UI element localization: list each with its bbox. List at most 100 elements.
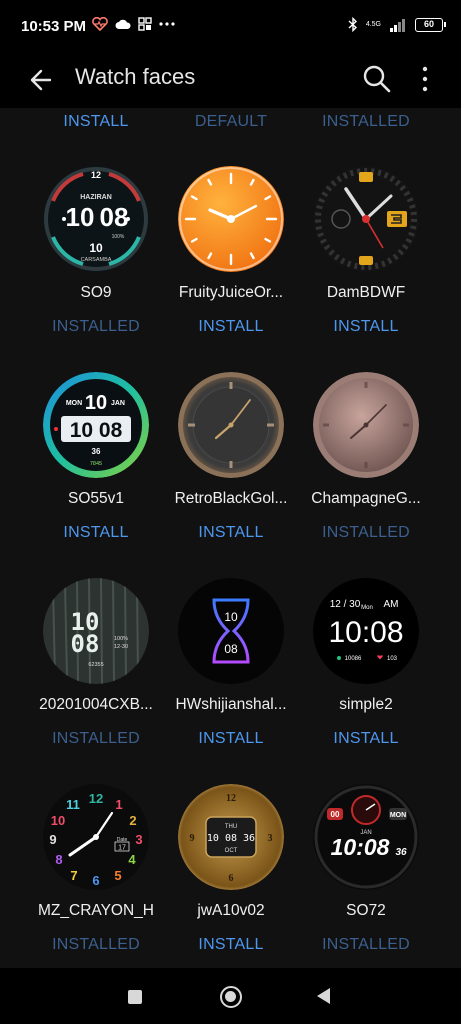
watch-face-card[interactable]: FruityJuiceOr... INSTALL: [156, 166, 306, 372]
svg-text:5: 5: [114, 868, 121, 883]
battery-icon: 60: [415, 17, 446, 32]
app-bar: Watch faces: [0, 52, 461, 108]
watch-face-preview[interactable]: [313, 166, 419, 272]
installed-label: INSTALLED: [52, 730, 140, 747]
watch-face-name: 20201004CXB...: [39, 696, 153, 713]
previous-row-actions: INSTALL DEFAULT INSTALLED: [0, 113, 461, 135]
installed-label: INSTALLED: [322, 524, 410, 541]
watch-face-preview[interactable]: 00 MON JAN 10:08 36: [313, 784, 419, 890]
face-text: OCT: [225, 848, 238, 854]
install-button[interactable]: INSTALL: [156, 936, 306, 954]
svg-text:12: 12: [91, 170, 101, 180]
face-text: JAN: [111, 400, 125, 407]
watch-face-card[interactable]: 10 08 100% 12-30 62355 20201004CXB... IN…: [21, 578, 171, 784]
face-text: AM: [384, 599, 399, 610]
face-text: 12 / 30: [330, 599, 361, 610]
svg-text:12: 12: [226, 793, 236, 804]
watch-face-card[interactable]: DamBDWF INSTALL: [291, 166, 441, 372]
face-text: 10 08: [70, 419, 123, 442]
svg-text:2: 2: [129, 813, 136, 828]
face-text: 36: [395, 847, 407, 858]
back-arrow-icon[interactable]: [24, 62, 60, 98]
recents-icon[interactable]: [128, 990, 142, 1004]
watch-face-preview[interactable]: 12 3 6 9 THU 10 08 36 OCT: [178, 784, 284, 890]
svg-text:8: 8: [55, 852, 62, 867]
face-text: 7845: [90, 461, 102, 467]
watch-face-card[interactable]: 12 HAZIRAN 10 08 10 CARSAMBA 100% SO9 IN…: [21, 166, 171, 372]
home-icon[interactable]: [220, 986, 242, 1008]
watch-face-card[interactable]: 00 MON JAN 10:08 36 SO72 INSTALLED: [291, 784, 441, 968]
face-text: 08: [100, 202, 129, 232]
install-button[interactable]: INSTALL: [21, 113, 171, 131]
watch-face-card[interactable]: 12 3 6 9 THU 10 08 36 OCT jwA10v02 INSTALL: [156, 784, 306, 968]
back-triangle-icon[interactable]: [317, 988, 330, 1004]
install-button[interactable]: INSTALL: [156, 318, 306, 336]
svg-text:1: 1: [115, 797, 122, 812]
svg-text:12: 12: [89, 791, 103, 806]
overflow-menu-icon[interactable]: [412, 62, 438, 96]
install-button[interactable]: INSTALL: [156, 524, 306, 542]
face-text: THU: [225, 824, 237, 830]
watch-face-preview[interactable]: 10 08 100% 12-30 62355: [43, 578, 149, 684]
watch-face-name: HWshijianshal...: [175, 696, 287, 713]
more-dots-icon: [159, 22, 175, 26]
page-title: Watch faces: [75, 64, 196, 89]
face-text: 10: [224, 610, 238, 624]
watch-face-card[interactable]: 12 / 30 Mon AM 10:08 10086 103 simple2 I…: [291, 578, 441, 784]
watch-face-name: SO55v1: [67, 490, 124, 507]
svg-text:4: 4: [128, 852, 136, 867]
search-icon[interactable]: [360, 62, 394, 96]
installed-label: INSTALLED: [322, 936, 410, 953]
watch-face-card[interactable]: 12 1 2 3 4 5 6 7 8 9 10 11 Date 17 MZ_CR…: [21, 784, 171, 968]
face-text: 00: [331, 810, 340, 819]
signal-icon: [390, 18, 405, 32]
svg-text:9: 9: [49, 832, 56, 847]
watch-face-card[interactable]: ChampagneG... INSTALLED: [291, 372, 441, 578]
install-button[interactable]: INSTALL: [291, 318, 441, 336]
face-text: 08: [224, 642, 238, 656]
watch-face-card[interactable]: 10 08 HWshijianshal... INSTALL: [156, 578, 306, 784]
watch-face-name: FruityJuiceOr...: [178, 284, 284, 301]
face-text: 12-30: [114, 644, 128, 650]
watch-face-preview[interactable]: 10 08: [178, 578, 284, 684]
status-left-icons: [92, 17, 175, 31]
watch-face-name: jwA10v02: [197, 902, 265, 919]
watch-face-card[interactable]: RetroBlackGol... INSTALL: [156, 372, 306, 578]
install-button[interactable]: INSTALL: [291, 730, 441, 748]
watch-face-name: SO9: [80, 284, 112, 301]
face-text: 10: [66, 202, 95, 232]
watch-face-name: SO72: [346, 902, 386, 919]
face-text: HAZIRAN: [80, 194, 112, 201]
network-type: 4.5G: [365, 20, 381, 28]
watch-face-preview[interactable]: 12 1 2 3 4 5 6 7 8 9 10 11 Date 17: [43, 784, 149, 890]
watch-face-preview[interactable]: [178, 372, 284, 478]
default-label: DEFAULT: [194, 113, 268, 130]
watch-face-preview[interactable]: 12 / 30 Mon AM 10:08 10086 103: [313, 578, 419, 684]
cloud-icon: [115, 19, 131, 29]
face-text: 10: [89, 241, 103, 255]
install-button[interactable]: INSTALL: [156, 730, 306, 748]
watch-face-name: RetroBlackGol...: [174, 490, 288, 507]
watch-face-preview[interactable]: MON 10 JAN 10 08 36 7845: [43, 372, 149, 478]
app-grid-icon: [138, 17, 152, 31]
face-text: CARSAMBA: [81, 257, 112, 263]
face-text: 08: [71, 630, 100, 658]
watch-face-name: DamBDWF: [326, 284, 406, 301]
installed-label: INSTALLED: [52, 936, 140, 953]
face-text: 10: [85, 392, 107, 414]
face-text: MON: [390, 812, 406, 819]
watch-face-preview[interactable]: 12 HAZIRAN 10 08 10 CARSAMBA 100%: [43, 166, 149, 272]
face-text: 100%: [114, 636, 128, 642]
watch-face-preview[interactable]: [178, 166, 284, 272]
svg-text:11: 11: [66, 797, 80, 812]
watch-face-name: ChampagneG...: [311, 490, 421, 507]
install-button[interactable]: INSTALL: [21, 524, 171, 542]
face-text: 17: [118, 845, 126, 852]
status-time: 10:53 PM: [21, 18, 87, 35]
watch-face-preview[interactable]: [313, 372, 419, 478]
watch-face-card[interactable]: MON 10 JAN 10 08 36 7845 SO55v1 INSTALL: [21, 372, 171, 578]
svg-text:7: 7: [70, 868, 77, 883]
face-text: 100%: [112, 234, 125, 240]
bluetooth-icon: [348, 17, 357, 32]
face-text: 103: [387, 656, 398, 662]
